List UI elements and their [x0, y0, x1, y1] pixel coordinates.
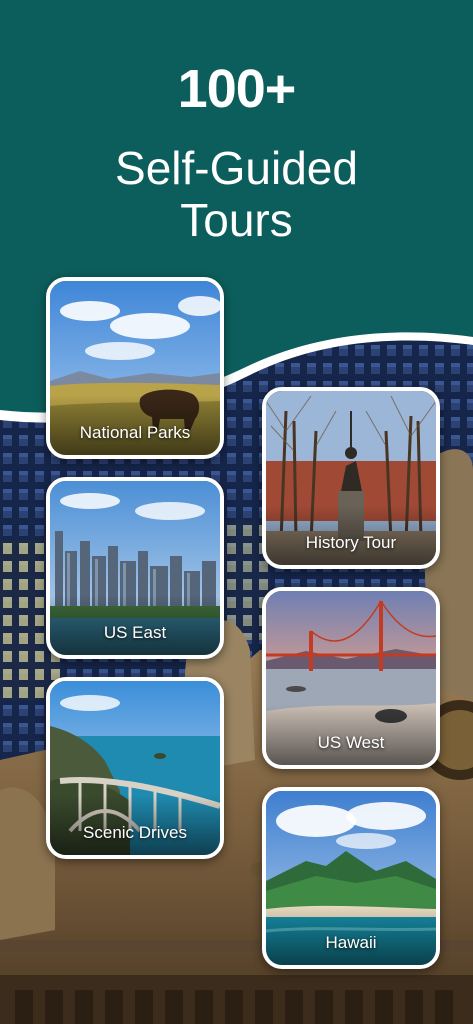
card-national-parks[interactable]: National Parks [46, 277, 224, 459]
card-label: US East [103, 623, 167, 642]
card-label: Scenic Drives [83, 823, 187, 842]
card-history-tour[interactable]: History Tour [262, 387, 440, 569]
card-label: US West [317, 733, 385, 752]
card-label: History Tour [305, 533, 397, 552]
card-hawaii[interactable]: Hawaii [262, 787, 440, 969]
headline-line2: Tours [180, 194, 293, 246]
tour-count: 100+ [177, 59, 297, 119]
headline: 100+ Self-Guided Tours [0, 58, 473, 246]
card-scenic-drives[interactable]: Scenic Drives [46, 677, 224, 859]
card-label: National Parks [79, 423, 191, 442]
card-us-east[interactable]: US East [46, 477, 224, 659]
headline-line1: Self-Guided [115, 142, 358, 194]
card-us-west[interactable]: US West [262, 587, 440, 769]
card-label: Hawaii [325, 933, 377, 952]
